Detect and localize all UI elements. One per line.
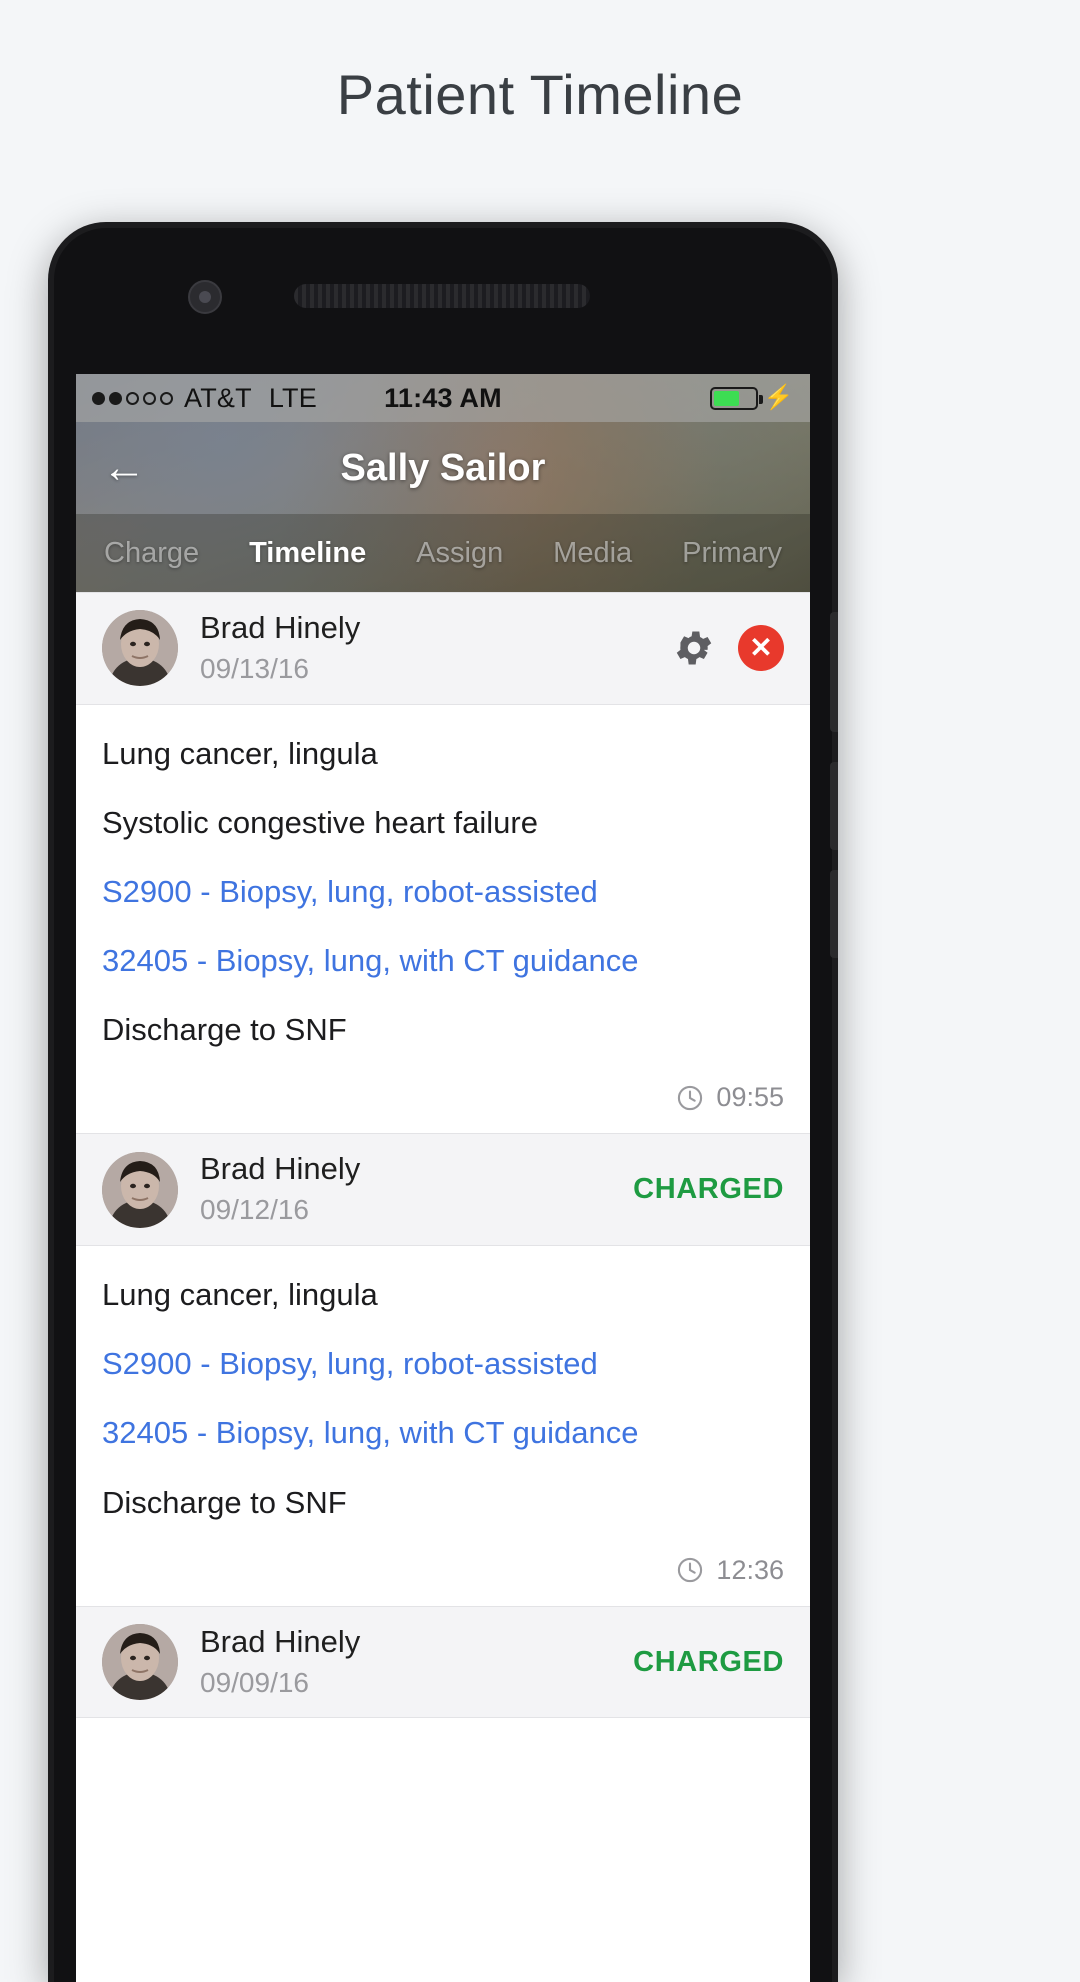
phone-side-button-power <box>830 870 838 958</box>
nav-bar: ← Sally Sailor <box>76 422 810 514</box>
avatar <box>102 1151 178 1228</box>
phone-side-button-volume-down <box>830 762 838 850</box>
entry-actions: ✕ <box>672 625 784 672</box>
back-arrow-icon[interactable]: ← <box>102 446 162 490</box>
phone-top-hardware <box>48 222 838 374</box>
signal-strength-icon <box>92 391 173 405</box>
entry-line-link[interactable]: S2900 - Biopsy, lung, robot-assisted <box>102 857 784 926</box>
clock-icon <box>676 1556 704 1584</box>
entry-time: 12:36 <box>716 1554 784 1585</box>
earpiece-speaker <box>294 284 590 308</box>
battery-icon <box>709 386 763 410</box>
timeline-entry-footer: 09:55 <box>76 1074 810 1134</box>
tab-charge[interactable]: Charge <box>98 537 205 570</box>
entry-actions: CHARGED <box>633 1173 784 1206</box>
avatar <box>102 610 178 687</box>
entry-author-block: Brad Hinely 09/09/16 <box>200 1623 360 1702</box>
avatar <box>102 1624 178 1701</box>
tab-bar: Charge Timeline Assign Media Primary <box>76 514 810 592</box>
gear-icon[interactable] <box>672 626 716 670</box>
phone-side-button-volume-up <box>830 612 838 732</box>
tab-primary[interactable]: Primary <box>676 537 788 570</box>
entry-line: Discharge to SNF <box>102 1484 347 1520</box>
timeline-entry-header[interactable]: Brad Hinely 09/12/16 CHARGED <box>76 1133 810 1247</box>
phone-screen: AT&T LTE 11:43 AM ⚡ ← Sally Sailor Charg… <box>76 374 810 1982</box>
entry-date: 09/09/16 <box>200 1666 309 1698</box>
timeline-entry-header[interactable]: Brad Hinely 09/09/16 CHARGED <box>76 1605 810 1719</box>
entry-author-name: Brad Hinely <box>200 1623 361 1659</box>
nav-title: Sally Sailor <box>340 446 546 489</box>
status-bar-left: AT&T LTE <box>92 383 317 414</box>
entry-line-link[interactable]: S2900 - Biopsy, lung, robot-assisted <box>102 1329 784 1398</box>
status-bar: AT&T LTE 11:43 AM ⚡ <box>76 374 810 422</box>
close-icon[interactable]: ✕ <box>738 625 784 672</box>
entry-author-block: Brad Hinely 09/12/16 <box>200 1150 360 1229</box>
status-badge-charged: CHARGED <box>633 1173 784 1206</box>
tab-timeline[interactable]: Timeline <box>243 537 372 570</box>
entry-line-link[interactable]: 32405 - Biopsy, lung, with CT guidance <box>102 1398 784 1467</box>
page-title: Patient Timeline <box>336 63 744 126</box>
clock-icon <box>676 1084 704 1112</box>
entry-time: 09:55 <box>716 1082 784 1113</box>
timeline-entry-header[interactable]: Brad Hinely 09/13/16 ✕ <box>76 592 810 705</box>
entry-line: Systolic congestive heart failure <box>102 804 538 840</box>
entry-date: 09/13/16 <box>200 652 309 684</box>
entry-line-link[interactable]: 32405 - Biopsy, lung, with CT guidance <box>102 926 784 995</box>
tab-media[interactable]: Media <box>547 537 638 570</box>
entry-author-name: Brad Hinely <box>200 1151 361 1187</box>
timeline-list[interactable]: Brad Hinely 09/13/16 ✕ Lung cancer, ling… <box>76 592 810 1982</box>
network-type-label: LTE <box>268 382 317 413</box>
entry-line: Lung cancer, lingula <box>102 1277 378 1313</box>
entry-line: Lung cancer, lingula <box>102 735 378 771</box>
phone-frame: AT&T LTE 11:43 AM ⚡ ← Sally Sailor Charg… <box>48 222 838 1982</box>
status-bar-right: ⚡ <box>709 384 794 411</box>
timeline-entry-footer: 12:36 <box>76 1546 810 1606</box>
charging-bolt-icon: ⚡ <box>763 384 794 411</box>
entry-date: 09/12/16 <box>200 1194 309 1226</box>
front-camera-icon <box>188 280 222 314</box>
status-badge-charged: CHARGED <box>633 1645 784 1678</box>
timeline-entry-body: Lung cancer, lingula Systolic congestive… <box>76 704 810 1075</box>
entry-author-name: Brad Hinely <box>200 610 361 645</box>
timeline-entry-body: Lung cancer, lingula S2900 - Biopsy, lun… <box>76 1246 810 1547</box>
entry-actions: CHARGED <box>633 1646 784 1679</box>
header-hero-image: AT&T LTE 11:43 AM ⚡ ← Sally Sailor Charg… <box>76 374 810 592</box>
entry-line: Discharge to SNF <box>102 1012 347 1048</box>
carrier-label: AT&T <box>184 382 252 413</box>
entry-author-block: Brad Hinely 09/13/16 <box>200 609 360 688</box>
tab-assign[interactable]: Assign <box>410 537 509 570</box>
